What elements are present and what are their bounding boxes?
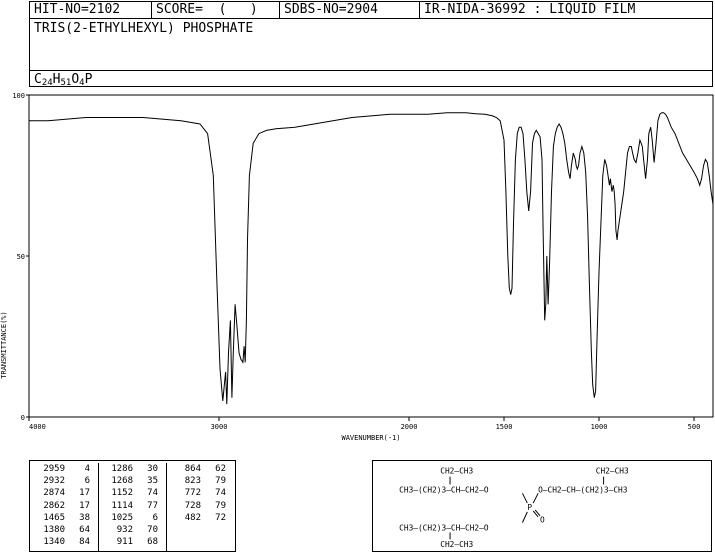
sdbs-number: SDBS-NO=2904 [280,2,420,18]
peak-transmittance: 72 [215,512,226,523]
x-ticks: 4000 3000 2000 1500 1000 500 [28,417,701,431]
peak-row: 1286 30 [98,463,166,475]
peak-transmittance: 35 [147,476,158,487]
bond-p-o-right [532,493,539,504]
peak-wavenumber: 482 [184,512,201,523]
x-axis-label: WAVENUMBER(-1) [341,434,400,442]
peak-row: 2959 4 [30,463,98,475]
peak-wavenumber: 1152 [111,488,133,499]
peak-row: 1340 84 [30,536,98,548]
peak-transmittance: 64 [79,524,90,535]
peak-wavenumber: 2874 [43,488,65,499]
peak-transmittance: 38 [79,512,90,523]
peak-column: 1286 30 1268 35 1152 74 1114 77 1025 6 932 70 911 68 [98,463,167,551]
peak-wavenumber: 1286 [111,464,133,474]
peak-transmittance: 30 [147,464,158,474]
peak-wavenumber: 1114 [111,500,133,511]
chain-row-2-left: CH3—(CH2)3—CH—CH2—O [399,523,489,532]
peak-column: 2959 4 2932 6 2874 17 2862 17 1465 38 1380 64 1340 84 [30,463,99,551]
peak-wavenumber: 864 [184,464,201,474]
peak-wavenumber: 932 [116,524,133,535]
bottom-ethyl-branch: CH2—CH3 [440,540,473,549]
ir-spectrum-chart: TRANSMITTANCE(%) WAVENUMBER(-1) 100500 4… [0,92,714,442]
y-tick-label: 0 [21,414,25,422]
peak-row: 2932 6 [30,475,98,487]
peak-transmittance: 70 [147,524,158,535]
right-ethyl-branch: CH2—CH3 [596,467,629,476]
peak-transmittance: 17 [79,488,90,499]
peak-row: 1025 6 [98,512,166,524]
peak-transmittance: 84 [79,537,90,548]
peak-row: 864 62 [166,463,234,475]
y-tick-label: 100 [12,92,25,100]
peak-row: 772 74 [166,487,234,499]
header-divider [30,70,712,71]
peak-table: 2959 4 2932 6 2874 17 2862 17 1465 38 1380 64 1340 84… [29,460,236,552]
chain-row-1-right: O—CH2—CH—(CH2)3—CH3 [538,485,628,494]
peak-row: 1268 35 [98,475,166,487]
top-ethyl-branch: CH2—CH3 [440,467,473,476]
peak-transmittance: 4 [84,464,90,474]
peak-row: 823 79 [166,475,234,487]
peak-wavenumber: 772 [184,488,201,499]
x-tick-label: 500 [688,423,701,431]
y-tick-label: 50 [17,253,25,261]
bond-p-o-lower [521,511,528,523]
peak-column: 864 62 823 79 772 74 728 79 482 72 [166,463,234,524]
peak-row: 728 79 [166,500,234,512]
peak-wavenumber: 1380 [43,524,65,535]
peak-row: 1114 77 [98,500,166,512]
peak-wavenumber: 1465 [43,512,65,523]
peak-row: 1152 74 [98,487,166,499]
peak-wavenumber: 1025 [111,512,133,523]
x-tick-label: 1500 [496,423,513,431]
peak-wavenumber: 728 [184,500,201,511]
peak-wavenumber: 2862 [43,500,65,511]
peak-wavenumber: 2959 [43,464,65,474]
structure-diagram: CH2—CH3 CH3—(CH2)3—CH—CH2—O P O O—CH2—CH… [372,460,712,552]
peak-transmittance: 74 [147,488,158,499]
x-tick-label: 2000 [401,423,418,431]
peak-transmittance: 62 [215,464,226,474]
chain-row-1-left: CH3—(CH2)3—CH—CH2—O [399,485,489,494]
x-tick-label: 1000 [591,423,608,431]
x-tick-label: 3000 [211,423,228,431]
bond-p-double-o-a [532,510,539,518]
x-tick-label: 4000 [29,423,46,431]
hit-number: HIT-NO=2102 [30,2,152,18]
peak-row: 2862 17 [30,500,98,512]
peak-wavenumber: 2932 [43,476,65,487]
peak-row: 932 70 [98,524,166,536]
score: SCORE= ( ) [152,2,280,18]
peak-wavenumber: 823 [184,476,201,487]
peak-wavenumber: 1268 [111,476,133,487]
spectrum-line [29,112,714,405]
peak-transmittance: 77 [147,500,158,511]
peak-row: 482 72 [166,512,234,524]
y-ticks: 100 50 0 [12,92,29,422]
ir-source: IR-NIDA-36992 : LIQUID FILM [424,2,636,17]
peak-wavenumber: 1340 [43,537,65,548]
peak-transmittance: 74 [215,488,226,499]
peak-transmittance: 17 [79,500,90,511]
bond-o-p-upper [521,493,528,504]
peak-transmittance: 79 [215,500,226,511]
peak-row: 2874 17 [30,487,98,499]
peak-transmittance: 6 [84,476,90,487]
plot-frame [28,94,714,418]
header-row: HIT-NO=2102 SCORE= ( ) SDBS-NO=2904 IR-N… [30,2,712,19]
peak-row: 1380 64 [30,524,98,536]
double-bond-oxygen: O [540,516,545,525]
peak-wavenumber: 911 [116,537,133,548]
y-axis-label: TRANSMITTANCE(%) [0,311,8,378]
phosphorus-atom: P [527,503,532,512]
peak-transmittance: 6 [152,512,158,523]
peak-transmittance: 79 [215,476,226,487]
peak-row: 911 68 [98,536,166,548]
compound-name: TRIS(2-ETHYLHEXYL) PHOSPHATE [34,21,254,36]
peak-row: 1465 38 [30,512,98,524]
header-panel: HIT-NO=2102 SCORE= ( ) SDBS-NO=2904 IR-N… [29,1,713,88]
peak-transmittance: 68 [147,537,158,548]
